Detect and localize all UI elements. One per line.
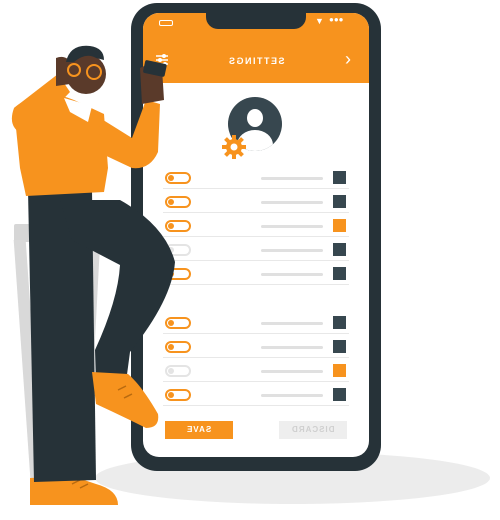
person-illustration	[11, 45, 175, 505]
right-shoe	[92, 372, 159, 428]
right-arm	[98, 100, 160, 169]
